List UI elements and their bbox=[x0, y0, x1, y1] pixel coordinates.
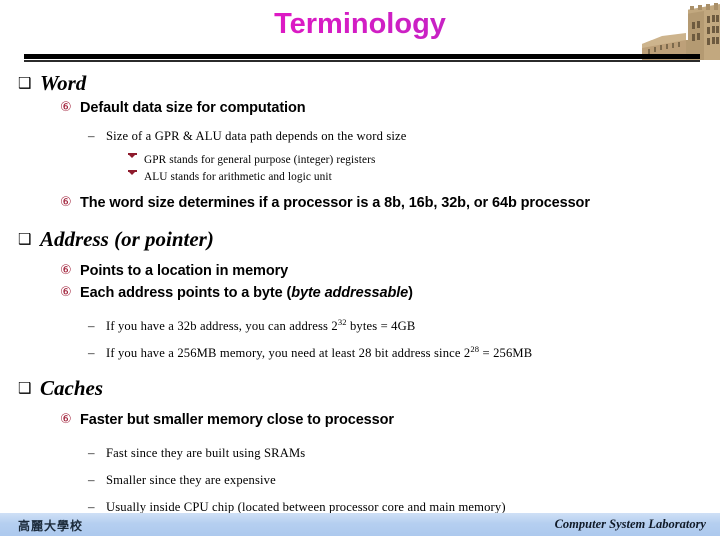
bullet-item-level4: GPR stands for general purpose (integer)… bbox=[127, 152, 720, 168]
bullet-text: The word size determines if a processor … bbox=[80, 195, 590, 211]
bullet-text: If you have a 32b address, you can addre… bbox=[106, 317, 415, 335]
bullet-item-level4: ALU stands for arithmetic and logic unit bbox=[127, 169, 720, 185]
exponent: 32 bbox=[337, 316, 347, 327]
bullet-item-level2: ⑥ Each address points to a byte (byte ad… bbox=[60, 283, 720, 303]
dash-bullet-icon: – bbox=[88, 318, 95, 333]
title-divider-thick bbox=[24, 54, 700, 59]
dash-bullet-icon: – bbox=[88, 128, 95, 143]
bullet-text: Caches bbox=[40, 376, 103, 400]
dash-bullet-icon: – bbox=[88, 445, 95, 460]
university-name-footer: 高麗大學校 bbox=[18, 519, 84, 533]
circled-six-bullet-icon: ⑥ bbox=[60, 412, 72, 427]
square-bullet-icon: ❑ bbox=[18, 74, 32, 92]
bullet-item-level2: ⑥ The word size determines if a processo… bbox=[60, 193, 720, 213]
text-pre: Each address points to a byte ( bbox=[80, 285, 292, 301]
text-pre: If you have a 32b address, you can addre… bbox=[106, 319, 338, 333]
bullet-item-level2: ⑥ Default data size for computation bbox=[60, 98, 720, 118]
dash-bullet-icon: – bbox=[88, 472, 95, 487]
bullet-item-level1: ❑ Caches bbox=[18, 375, 720, 401]
text-post: = 256MB bbox=[479, 346, 533, 360]
bullet-item-level1: ❑ Address (or pointer) bbox=[18, 226, 720, 252]
bullet-text: Smaller since they are expensive bbox=[106, 473, 276, 487]
slide-body: ❑ Word ⑥ Default data size for computati… bbox=[0, 68, 720, 514]
bullet-item-level2: ⑥ Faster but smaller memory close to pro… bbox=[60, 410, 720, 430]
text-post: bytes = 4GB bbox=[346, 319, 416, 333]
arrow-bullet-icon bbox=[127, 169, 144, 175]
lab-name-footer: Computer System Laboratory bbox=[554, 517, 706, 531]
bullet-item-level3: – If you have a 32b address, you can add… bbox=[88, 317, 720, 335]
bullet-text: Address (or pointer) bbox=[40, 227, 214, 251]
bullet-text: Each address points to a byte (byte addr… bbox=[80, 283, 413, 303]
bullet-text: Default data size for computation bbox=[80, 100, 306, 116]
bullet-text: Faster but smaller memory close to proce… bbox=[80, 412, 394, 428]
bullet-text: Word bbox=[40, 71, 87, 95]
square-bullet-icon: ❑ bbox=[18, 379, 32, 397]
bullet-item-level2: ⑥ Points to a location in memory bbox=[60, 261, 720, 281]
bullet-item-level1: ❑ Word bbox=[18, 70, 720, 96]
bullet-text: Points to a location in memory bbox=[80, 263, 289, 279]
exponent: 28 bbox=[470, 343, 480, 354]
text-pre: If you have a 256MB memory, you need at … bbox=[106, 346, 471, 360]
bullet-text: If you have a 256MB memory, you need at … bbox=[106, 344, 532, 362]
bullet-text: Fast since they are built using SRAMs bbox=[106, 446, 306, 460]
arrow-bullet-icon bbox=[127, 152, 144, 158]
square-bullet-icon: ❑ bbox=[18, 230, 32, 248]
bullet-text: ALU stands for arithmetic and logic unit bbox=[144, 171, 332, 183]
bullet-item-level3: – If you have a 256MB memory, you need a… bbox=[88, 344, 720, 362]
bullet-item-level3: – Size of a GPR & ALU data path depends … bbox=[88, 127, 720, 145]
text-italic: byte addressable bbox=[291, 285, 409, 301]
title-divider-thin bbox=[24, 60, 700, 62]
circled-six-bullet-icon: ⑥ bbox=[60, 285, 72, 300]
bullet-text: Size of a GPR & ALU data path depends on… bbox=[106, 129, 407, 143]
circled-six-bullet-icon: ⑥ bbox=[60, 100, 72, 115]
page-title: Terminology bbox=[0, 6, 720, 42]
bullet-item-level3: – Smaller since they are expensive bbox=[88, 471, 720, 489]
bullet-text: GPR stands for general purpose (integer)… bbox=[144, 154, 376, 166]
bullet-item-level3: – Fast since they are built using SRAMs bbox=[88, 444, 720, 462]
circled-six-bullet-icon: ⑥ bbox=[60, 195, 72, 210]
text-post: ) bbox=[408, 285, 413, 301]
circled-six-bullet-icon: ⑥ bbox=[60, 263, 72, 278]
dash-bullet-icon: – bbox=[88, 345, 95, 360]
